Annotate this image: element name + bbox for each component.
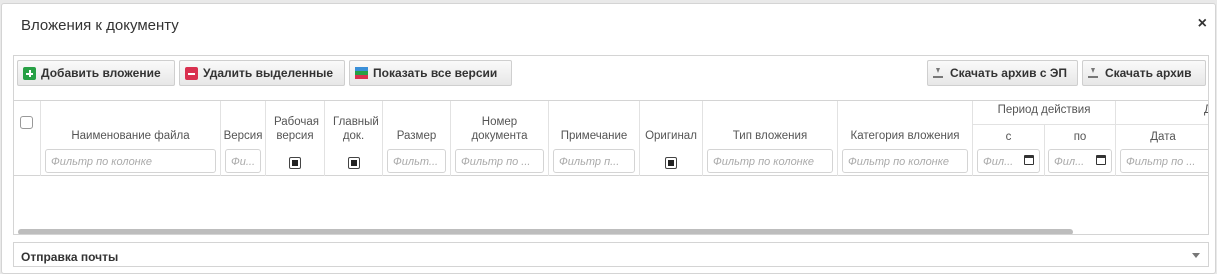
- filter-doc-number[interactable]: Фильтр по ...: [455, 149, 544, 173]
- download-icon: [1088, 68, 1098, 78]
- column-doc-number: Номер документа Фильтр по ...: [451, 101, 549, 176]
- show-all-versions-button[interactable]: Показать все версии: [349, 60, 512, 86]
- column-attachment-type: Тип вложения Фильтр по колонке: [703, 101, 838, 176]
- dialog-title: Вложения к документу: [21, 17, 179, 34]
- column-header-note[interactable]: Примечание: [549, 129, 639, 143]
- main-doc-filter-checkbox[interactable]: [347, 157, 360, 169]
- download-archive-label: Скачать архив: [1105, 66, 1192, 80]
- add-attachment-label: Добавить вложение: [41, 66, 161, 80]
- column-filename: Наименование файла Фильтр по колонке: [41, 101, 221, 176]
- column-original: Оригинал: [640, 101, 703, 176]
- filter-period-from-text: Фил...: [983, 156, 1014, 168]
- filter-period-to-text: Фил...: [1054, 156, 1085, 168]
- column-header-period-to[interactable]: по: [1044, 130, 1116, 144]
- filter-attachment-category[interactable]: Фильтр по колонке: [842, 149, 968, 173]
- column-header-date-group: Д: [1204, 103, 1208, 117]
- column-attachment-category: Категория вложения Фильтр по колонке: [838, 101, 973, 176]
- attachments-grid: Наименование файла Фильтр по колонке Вер…: [14, 100, 1208, 176]
- attachments-dialog: Вложения к документу × Добавить вложение…: [1, 3, 1216, 274]
- filter-filename[interactable]: Фильтр по колонке: [45, 149, 216, 173]
- download-icon: [933, 68, 943, 78]
- show-all-versions-label: Показать все версии: [373, 66, 498, 80]
- column-header-filename[interactable]: Наименование файла: [41, 129, 220, 143]
- column-period-from: с Фил...: [973, 124, 1045, 176]
- filter-size[interactable]: Фильт...: [387, 149, 446, 173]
- original-filter-checkbox[interactable]: [665, 157, 677, 169]
- column-period-to: по Фил...: [1044, 124, 1116, 176]
- download-archive-ep-label: Скачать архив с ЭП: [950, 66, 1068, 80]
- filter-date[interactable]: Фильтр по ...: [1120, 149, 1208, 173]
- column-header-size[interactable]: Размер: [383, 129, 450, 143]
- filter-note[interactable]: Фильтр п...: [553, 149, 635, 173]
- add-attachment-button[interactable]: Добавить вложение: [17, 60, 175, 86]
- calendar-icon[interactable]: [1096, 155, 1106, 165]
- attachments-panel: Добавить вложение Удалить выделенные Пок…: [13, 55, 1209, 235]
- column-group-date: Д Дата Фильтр по ...: [1116, 101, 1208, 176]
- delete-selected-button[interactable]: Удалить выделенные: [179, 60, 345, 86]
- versions-icon: [355, 67, 368, 79]
- delete-selected-label: Удалить выделенные: [203, 66, 334, 80]
- column-header-main-doc[interactable]: Главный док.: [333, 115, 379, 143]
- filter-attachment-type[interactable]: Фильтр по колонке: [707, 149, 833, 173]
- column-main-doc: Главный док.: [325, 101, 383, 176]
- working-version-filter-checkbox[interactable]: [289, 157, 301, 169]
- column-header-period-from[interactable]: с: [973, 130, 1044, 144]
- column-note: Примечание Фильтр п...: [549, 101, 640, 176]
- close-icon[interactable]: ×: [1198, 15, 1207, 33]
- column-group-period: Период действия с Фил... по Фил...: [973, 101, 1116, 176]
- column-header-date[interactable]: Дата: [1116, 130, 1208, 144]
- column-header-attachment-category[interactable]: Категория вложения: [838, 129, 972, 143]
- column-header-doc-number[interactable]: Номер документа: [471, 115, 528, 143]
- column-header-version[interactable]: Версия: [221, 129, 265, 143]
- column-header-attachment-type[interactable]: Тип вложения: [703, 129, 837, 143]
- select-column: [14, 101, 41, 176]
- download-archive-ep-button[interactable]: Скачать архив с ЭП: [927, 60, 1078, 86]
- column-header-period: Период действия: [997, 104, 1091, 116]
- minus-icon: [185, 66, 198, 80]
- column-size: Размер Фильт...: [383, 101, 451, 176]
- column-working-version: Рабочая версия: [266, 101, 325, 176]
- download-archive-button[interactable]: Скачать архив: [1082, 60, 1206, 86]
- filter-period-to[interactable]: Фил...: [1048, 149, 1112, 173]
- chevron-down-icon[interactable]: [1192, 253, 1200, 258]
- filter-version[interactable]: Фи...: [225, 149, 261, 173]
- mail-section[interactable]: Отправка почты: [13, 242, 1209, 267]
- header-divider: [1116, 124, 1208, 125]
- plus-icon: [23, 66, 36, 80]
- select-all-checkbox[interactable]: [20, 116, 33, 129]
- column-version: Версия Фи...: [221, 101, 266, 176]
- toolbar: Добавить вложение Удалить выделенные Пок…: [14, 56, 1208, 100]
- column-header-working-version[interactable]: Рабочая версия: [274, 115, 319, 143]
- mail-section-label: Отправка почты: [21, 250, 119, 264]
- horizontal-scrollbar[interactable]: [18, 229, 1073, 234]
- calendar-icon[interactable]: [1024, 155, 1034, 165]
- column-header-original[interactable]: Оригинал: [640, 129, 702, 143]
- filter-period-from[interactable]: Фил...: [977, 149, 1040, 173]
